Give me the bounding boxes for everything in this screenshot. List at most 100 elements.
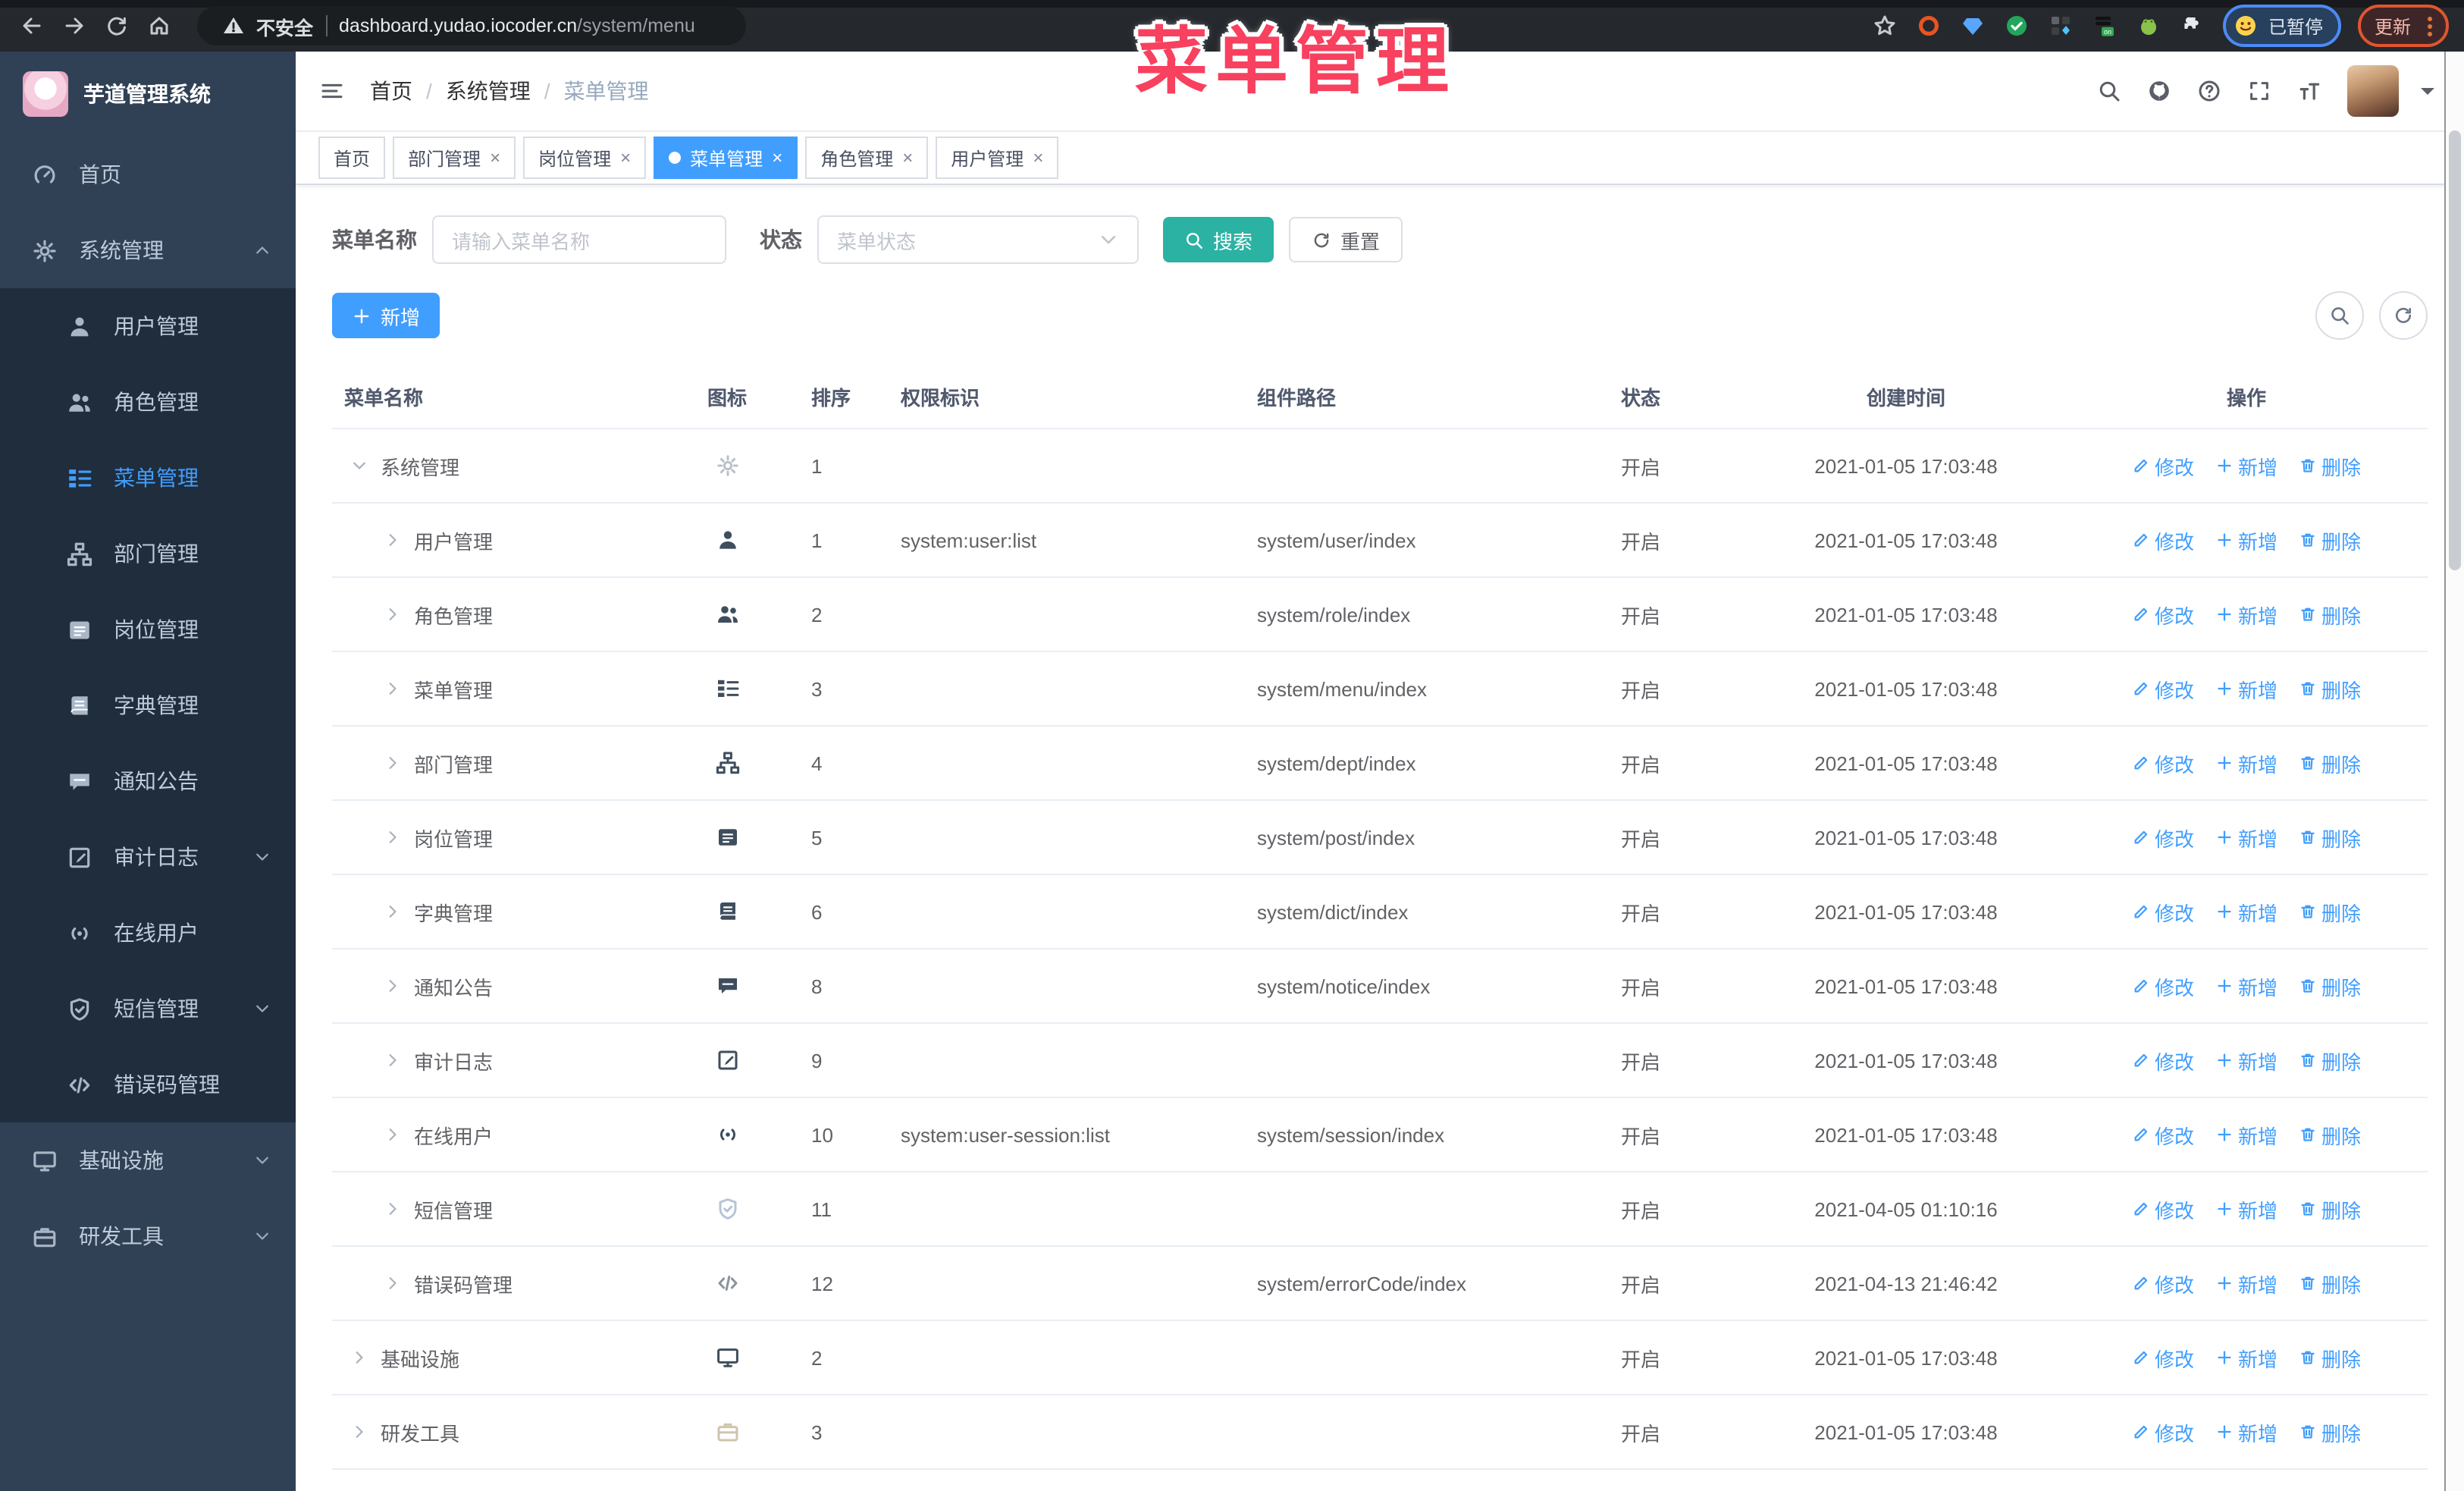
- close-icon[interactable]: ×: [902, 149, 913, 167]
- search-icon[interactable]: [2097, 79, 2121, 103]
- home-icon[interactable]: [143, 9, 176, 42]
- font-size-icon[interactable]: [2297, 79, 2321, 103]
- status-select[interactable]: 菜单状态: [817, 215, 1139, 264]
- expand-caret-icon[interactable]: [384, 531, 405, 549]
- add-link[interactable]: 新增: [2215, 526, 2277, 554]
- edit-link[interactable]: 修改: [2132, 1194, 2194, 1223]
- edit-link[interactable]: 修改: [2132, 451, 2194, 480]
- add-link[interactable]: 新增: [2215, 1269, 2277, 1298]
- delete-link[interactable]: 删除: [2299, 749, 2361, 777]
- expand-caret-icon[interactable]: [384, 902, 405, 921]
- tab-角色管理[interactable]: 角色管理 ×: [805, 137, 929, 179]
- forward-icon[interactable]: [58, 9, 91, 42]
- edit-link[interactable]: 修改: [2132, 897, 2194, 926]
- sidebar-item-短信管理[interactable]: 短信管理: [0, 971, 296, 1047]
- expand-caret-icon[interactable]: [384, 828, 405, 846]
- delete-link[interactable]: 删除: [2299, 1417, 2361, 1446]
- sidebar-item-岗位管理[interactable]: 岗位管理: [0, 592, 296, 667]
- expand-caret-icon[interactable]: [384, 680, 405, 698]
- add-link[interactable]: 新增: [2215, 1417, 2277, 1446]
- tab-菜单管理[interactable]: 菜单管理 ×: [654, 137, 798, 179]
- edit-link[interactable]: 修改: [2132, 526, 2194, 554]
- edit-link[interactable]: 修改: [2132, 749, 2194, 777]
- add-link[interactable]: 新增: [2215, 897, 2277, 926]
- add-link[interactable]: 新增: [2215, 823, 2277, 852]
- github-icon[interactable]: [2147, 79, 2171, 103]
- close-icon[interactable]: ×: [1033, 149, 1043, 167]
- search-button[interactable]: 搜索: [1163, 217, 1274, 262]
- delete-link[interactable]: 删除: [2299, 1120, 2361, 1149]
- delete-link[interactable]: 删除: [2299, 600, 2361, 629]
- delete-link[interactable]: 删除: [2299, 1194, 2361, 1223]
- add-link[interactable]: 新增: [2215, 972, 2277, 1000]
- tab-用户管理[interactable]: 用户管理 ×: [936, 137, 1059, 179]
- avatar[interactable]: [2347, 65, 2399, 117]
- sidebar-item-基础设施[interactable]: 基础设施: [0, 1122, 296, 1198]
- extension-check-icon[interactable]: [2003, 12, 2030, 39]
- sidebar-item-字典管理[interactable]: 字典管理: [0, 667, 296, 743]
- breadcrumb-item[interactable]: 首页: [370, 76, 412, 106]
- close-icon[interactable]: ×: [620, 149, 631, 167]
- edit-link[interactable]: 修改: [2132, 674, 2194, 703]
- add-link[interactable]: 新增: [2215, 1194, 2277, 1223]
- breadcrumb-item[interactable]: 系统管理: [446, 76, 531, 106]
- sidebar-item-菜单管理[interactable]: 菜单管理: [0, 440, 296, 516]
- delete-link[interactable]: 删除: [2299, 823, 2361, 852]
- delete-link[interactable]: 删除: [2299, 1269, 2361, 1298]
- fullscreen-icon[interactable]: [2247, 79, 2271, 103]
- delete-link[interactable]: 删除: [2299, 451, 2361, 480]
- add-link[interactable]: 新增: [2215, 600, 2277, 629]
- edit-link[interactable]: 修改: [2132, 823, 2194, 852]
- close-icon[interactable]: ×: [772, 149, 782, 167]
- expand-caret-icon[interactable]: [384, 1200, 405, 1218]
- expand-caret-icon[interactable]: [384, 1274, 405, 1292]
- edit-link[interactable]: 修改: [2132, 1417, 2194, 1446]
- delete-link[interactable]: 删除: [2299, 526, 2361, 554]
- expand-caret-icon[interactable]: [384, 1125, 405, 1144]
- delete-link[interactable]: 删除: [2299, 674, 2361, 703]
- kebab-menu-icon[interactable]: [2428, 16, 2432, 36]
- sidebar-item-在线用户[interactable]: 在线用户: [0, 895, 296, 971]
- edit-link[interactable]: 修改: [2132, 600, 2194, 629]
- update-button[interactable]: 更新: [2357, 5, 2449, 47]
- delete-link[interactable]: 删除: [2299, 1046, 2361, 1075]
- delete-link[interactable]: 删除: [2299, 897, 2361, 926]
- back-icon[interactable]: [15, 9, 49, 42]
- tab-岗位管理[interactable]: 岗位管理 ×: [523, 137, 647, 179]
- sidebar-item-用户管理[interactable]: 用户管理: [0, 288, 296, 364]
- add-link[interactable]: 新增: [2215, 674, 2277, 703]
- edit-link[interactable]: 修改: [2132, 1269, 2194, 1298]
- toggle-search-button[interactable]: [2315, 291, 2364, 340]
- paused-badge[interactable]: 已暂停: [2222, 5, 2341, 47]
- add-button[interactable]: 新增: [332, 293, 440, 338]
- sidebar-item-研发工具[interactable]: 研发工具: [0, 1198, 296, 1274]
- sidebar-item-角色管理[interactable]: 角色管理: [0, 364, 296, 440]
- sidebar-item-通知公告[interactable]: 通知公告: [0, 743, 296, 819]
- edit-link[interactable]: 修改: [2132, 972, 2194, 1000]
- add-link[interactable]: 新增: [2215, 451, 2277, 480]
- extension-on-icon[interactable]: on: [2091, 12, 2118, 39]
- expand-caret-icon[interactable]: [350, 1348, 371, 1367]
- add-link[interactable]: 新增: [2215, 1046, 2277, 1075]
- menu-name-input[interactable]: 请输入菜单名称: [432, 215, 726, 264]
- hamburger-icon[interactable]: [320, 79, 344, 103]
- extension-frog-icon[interactable]: [2135, 12, 2162, 39]
- edit-link[interactable]: 修改: [2132, 1120, 2194, 1149]
- edit-link[interactable]: 修改: [2132, 1343, 2194, 1372]
- scrollbar[interactable]: [2444, 52, 2464, 1491]
- caret-down-icon[interactable]: [2415, 79, 2440, 103]
- sidebar-item-错误码管理[interactable]: 错误码管理: [0, 1047, 296, 1122]
- add-link[interactable]: 新增: [2215, 1343, 2277, 1372]
- add-link[interactable]: 新增: [2215, 1120, 2277, 1149]
- help-icon[interactable]: [2197, 79, 2221, 103]
- refresh-table-button[interactable]: [2379, 291, 2428, 340]
- reset-button[interactable]: 重置: [1289, 217, 1403, 262]
- extension-gem-icon[interactable]: [1959, 12, 1986, 39]
- logo[interactable]: 芋道管理系统: [0, 52, 296, 137]
- reload-icon[interactable]: [100, 9, 133, 42]
- tab-部门管理[interactable]: 部门管理 ×: [393, 137, 516, 179]
- expand-caret-icon[interactable]: [384, 605, 405, 623]
- expand-caret-icon[interactable]: [350, 1423, 371, 1441]
- address-bar[interactable]: 不安全 dashboard.yudao.iocoder.cn/system/me…: [197, 6, 746, 46]
- expand-caret-icon[interactable]: [384, 754, 405, 772]
